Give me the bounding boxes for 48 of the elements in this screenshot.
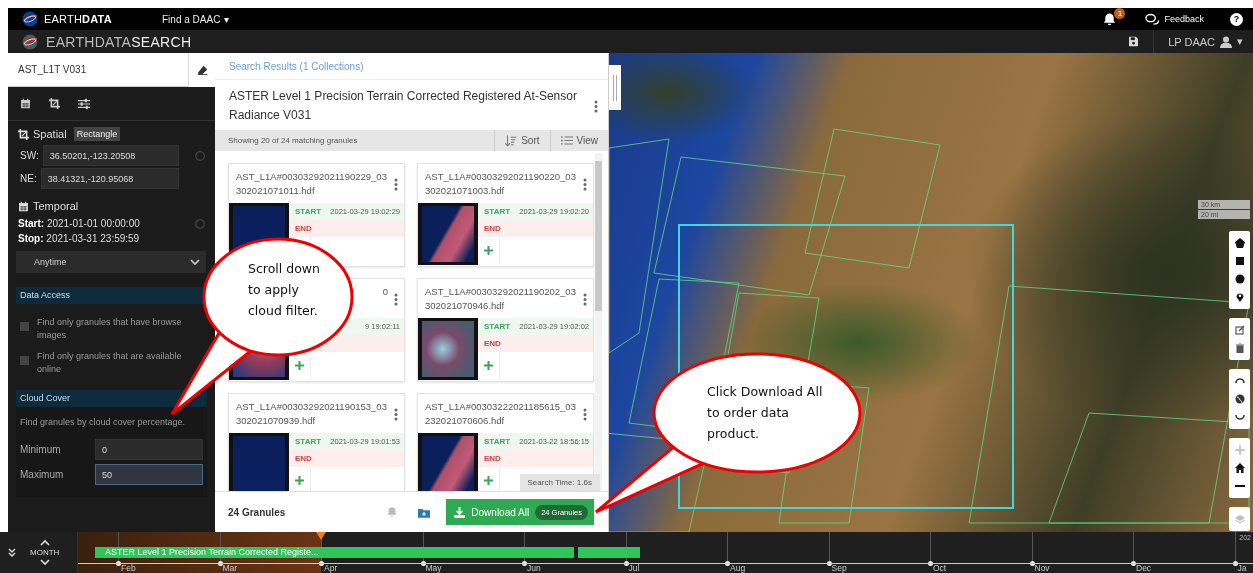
month-label: Sep	[831, 563, 847, 573]
end-label: END	[484, 454, 501, 463]
month-label: Nov	[1034, 563, 1050, 573]
month-label: Mar	[222, 563, 238, 573]
month-label: Jul	[628, 563, 640, 573]
granule-title: AST_L1A#00303292021190153_03302021070939.hdf	[236, 400, 388, 428]
callout-text: Click Download All to order data product.	[707, 383, 824, 443]
month-label: Oct	[933, 563, 947, 573]
shape-tag: Rectangle	[73, 127, 121, 141]
description-text: Find granules by cloud cover percentage.	[19, 416, 187, 429]
month-label: Jun	[527, 563, 541, 573]
month-label: Aug	[730, 563, 746, 573]
checkbox-label: Find only granules that have browse images	[37, 316, 183, 342]
granule-title: AST_L1A#00303292021190229_03302021071011.hdf	[236, 170, 388, 198]
coordinate-label: NE:	[20, 173, 37, 184]
granule-title: AST_L1A#00303292021190220_03302021071003.hdf	[425, 170, 577, 198]
end-label: END	[484, 224, 501, 233]
start-label: START	[484, 207, 511, 216]
collection-title: ASTER Level 1 Precision Terrain Corrected Registered At-Sensor Radiance V031	[229, 88, 578, 124]
granule-title: AST_L1A#00303292021190202_03302021070946.hdf	[425, 285, 577, 313]
checkbox-label: Find only granules that are available online	[37, 350, 183, 376]
granule-title: 0	[382, 285, 388, 299]
end-label: END	[484, 339, 501, 348]
granule-count: 24 Granules	[228, 506, 287, 518]
start-date-text: Start: 2021-01-01 00:00:00	[18, 218, 140, 229]
search-time: Search Time: 1.6s	[519, 474, 600, 491]
end-label: END	[295, 224, 312, 233]
month-label: Ja	[1237, 563, 1247, 573]
section-header: Cloud Cover	[16, 390, 207, 407]
section-heading: Spatial	[33, 128, 67, 140]
field-label: Minimum	[20, 444, 62, 455]
stop-date-text: Stop: 2021-03-31 23:59:59	[18, 233, 141, 244]
month-label: May	[425, 563, 442, 573]
end-label: END	[295, 454, 312, 463]
start-label: START	[484, 322, 511, 331]
month-label: Feb	[121, 563, 136, 573]
section-heading: Temporal	[33, 200, 79, 212]
granule-title: AST_L1A#00303222021185615_03232021070606.hdf	[425, 400, 577, 428]
start-label: START	[484, 437, 511, 446]
start-label: START	[295, 437, 322, 446]
zoom-level: MONTH	[30, 548, 60, 557]
field-label: Maximum	[20, 469, 65, 480]
coordinate-label: SW:	[20, 150, 39, 161]
month-label: Apr	[324, 563, 338, 573]
results-summary: Showing 20 of 24 matching granules	[227, 136, 359, 145]
start-label: START	[295, 207, 322, 216]
month-label: Dec	[1136, 563, 1152, 573]
notification-badge: 1	[1114, 7, 1126, 19]
